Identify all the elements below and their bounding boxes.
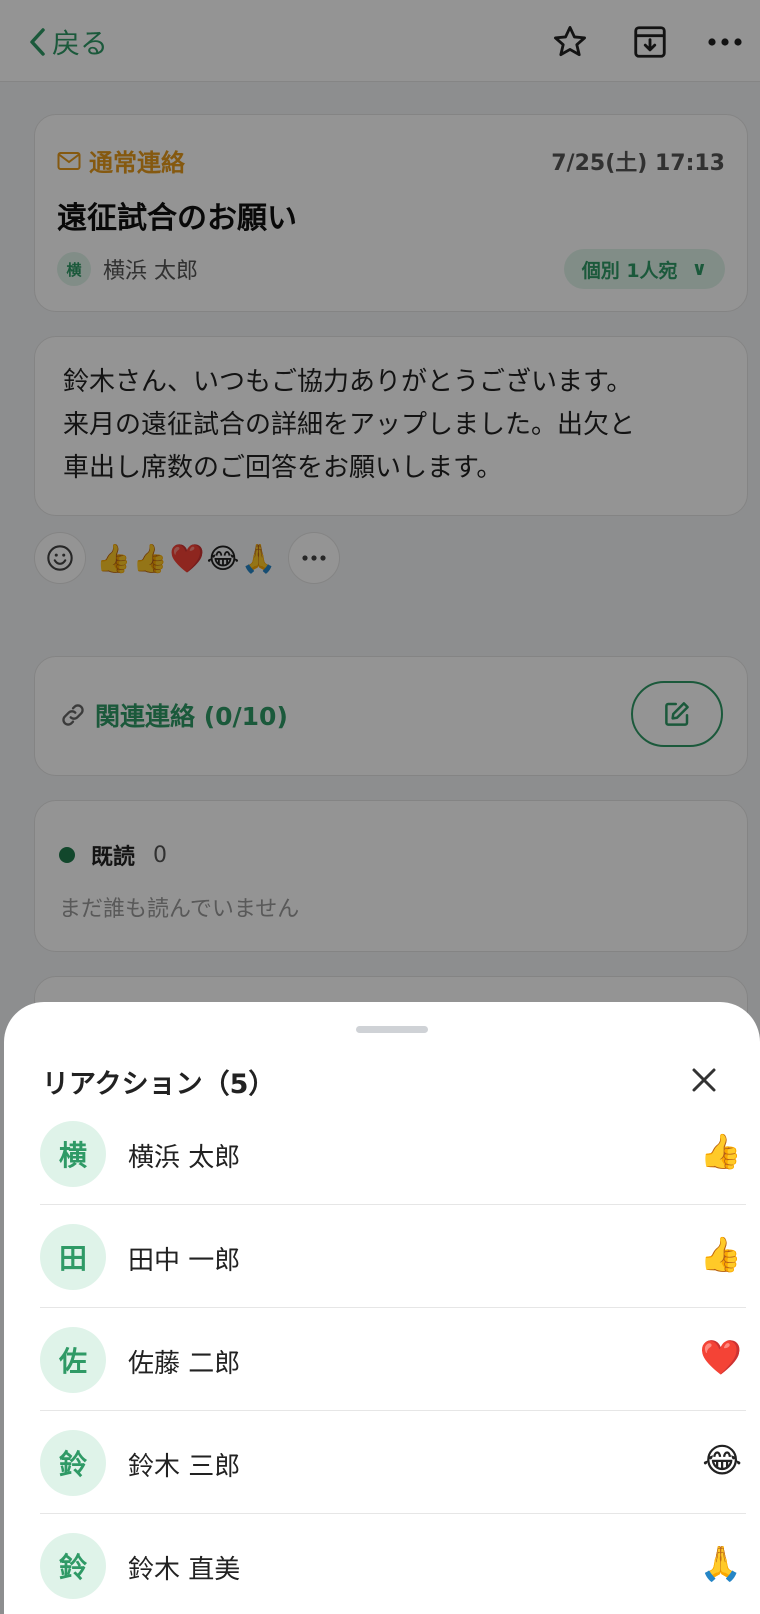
reaction-emoji: 👍 <box>699 1235 742 1275</box>
avatar: 鈴 <box>40 1533 106 1599</box>
reaction-emoji: 👍 <box>699 1132 742 1172</box>
list-item[interactable]: 佐 佐藤 二郎 ❤️ <box>40 1308 746 1411</box>
list-item[interactable]: 横 横浜 太郎 👍 <box>40 1102 746 1205</box>
reactions-sheet: リアクション（5） 横 横浜 太郎 👍 田 田中 一郎 👍 佐 佐藤 二郎 ❤️… <box>4 1002 760 1614</box>
user-name: 横浜 太郎 <box>128 1143 241 1173</box>
list-item[interactable]: 田 田中 一郎 👍 <box>40 1205 746 1308</box>
user-name: 田中 一郎 <box>128 1246 241 1276</box>
user-name: 鈴木 三郎 <box>128 1452 241 1482</box>
drag-handle[interactable] <box>356 1026 428 1033</box>
list-item[interactable]: 鈴 鈴木 直美 🙏 <box>40 1514 746 1614</box>
avatar: 田 <box>40 1224 106 1290</box>
avatar: 鈴 <box>40 1430 106 1496</box>
avatar: 佐 <box>40 1327 106 1393</box>
reaction-emoji: 😂 <box>702 1441 742 1481</box>
user-name: 鈴木 直美 <box>128 1555 241 1585</box>
sheet-title: リアクション（5） <box>42 1069 276 1100</box>
avatar: 横 <box>40 1121 106 1187</box>
list-item[interactable]: 鈴 鈴木 三郎 😂 <box>40 1411 746 1514</box>
reaction-list: 横 横浜 太郎 👍 田 田中 一郎 👍 佐 佐藤 二郎 ❤️ 鈴 鈴木 三郎 😂… <box>40 1102 746 1614</box>
close-icon <box>692 1068 716 1092</box>
reaction-emoji: ❤️ <box>699 1338 742 1378</box>
close-button[interactable] <box>684 1060 724 1100</box>
user-name: 佐藤 二郎 <box>128 1349 241 1379</box>
reaction-emoji: 🙏 <box>699 1544 742 1584</box>
